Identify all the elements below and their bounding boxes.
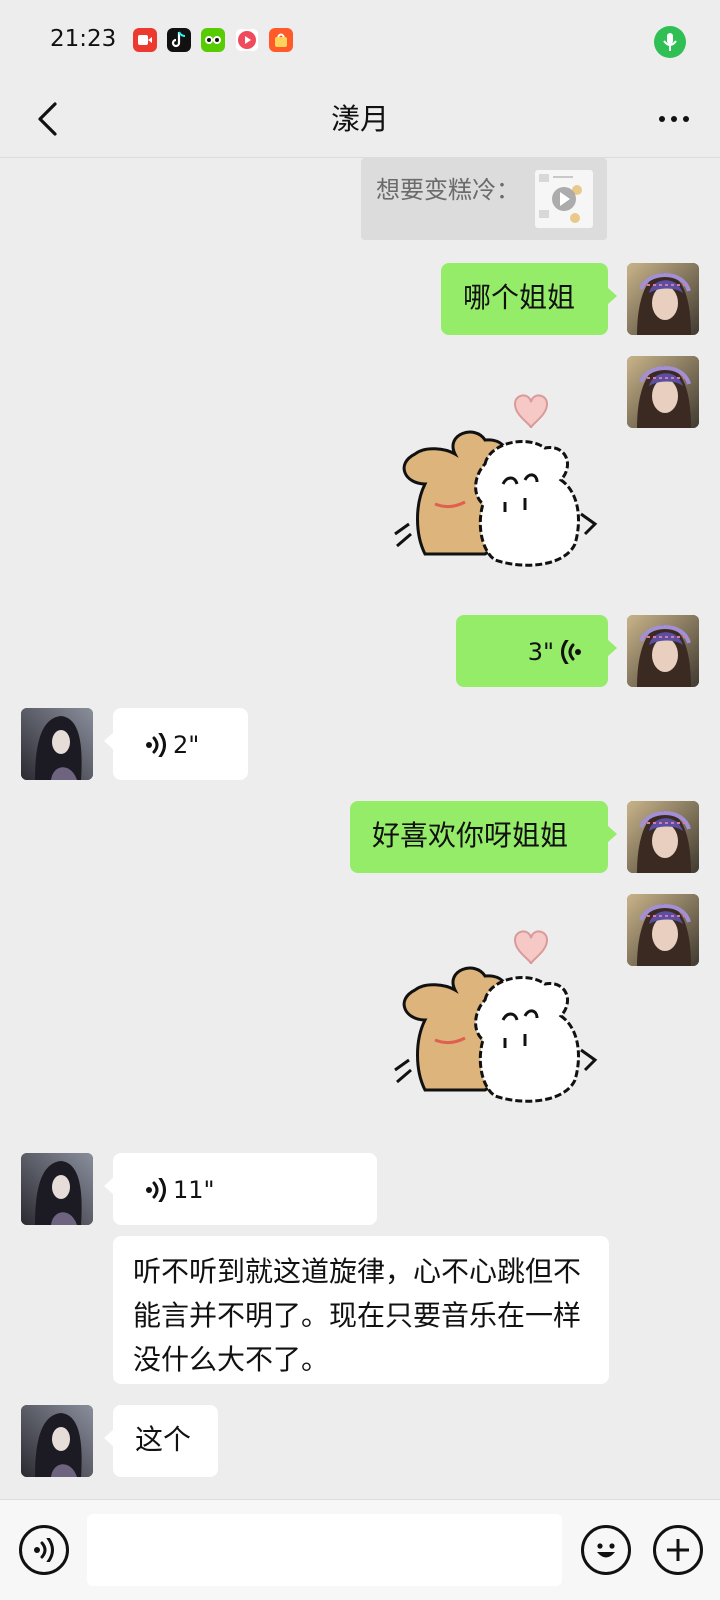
dog-hug-sticker[interactable] [385, 920, 605, 1120]
video-app-icon [133, 28, 157, 52]
quoted-message[interactable]: 想要变糕冷： [361, 158, 607, 240]
player-app-icon [235, 28, 259, 52]
my-avatar[interactable] [627, 263, 699, 335]
quoted-message-text: 想要变糕冷： [376, 176, 520, 204]
voice-input-button[interactable] [19, 1525, 69, 1575]
voice-message-bubble[interactable]: 3" [456, 615, 617, 687]
my-avatar[interactable] [627, 356, 699, 428]
my-avatar[interactable] [627, 615, 699, 687]
chat-header: 漾月 [0, 82, 720, 158]
message-text: 听不听到就这道旋律，心不心跳但不能言并不明了。现在只要音乐在一样没什么大不了。 [133, 1255, 582, 1376]
message-text: 这个 [135, 1423, 192, 1456]
voice-message-bubble[interactable]: 11" [104, 1153, 377, 1225]
duolingo-icon [201, 28, 225, 52]
input-bar [0, 1499, 720, 1600]
status-time: 21:23 [50, 26, 117, 52]
voice-duration: 2" [173, 731, 200, 759]
message-text: 好喜欢你呀姐姐 [372, 819, 569, 852]
emoji-button[interactable] [581, 1525, 631, 1575]
status-bar: 21:23 [0, 0, 720, 82]
chat-title: 漾月 [330, 102, 389, 136]
plus-icon [667, 1539, 689, 1561]
voice-duration: 11" [173, 1176, 215, 1204]
message-bubble[interactable]: 哪个姐姐 [441, 263, 617, 335]
voice-wave-icon [33, 1538, 54, 1562]
voice-wave-icon [561, 640, 582, 664]
more-functions-button[interactable] [653, 1525, 703, 1575]
my-avatar[interactable] [627, 801, 699, 873]
contact-avatar[interactable] [21, 1405, 93, 1477]
voice-duration: 3" [527, 638, 554, 666]
my-avatar[interactable] [627, 894, 699, 966]
dog-hug-sticker[interactable] [385, 384, 605, 584]
more-dots-icon [659, 116, 665, 122]
message-bubble[interactable]: 这个 [104, 1405, 218, 1477]
contact-avatar[interactable] [21, 708, 93, 780]
smiley-icon [597, 1543, 615, 1558]
more-options-button[interactable] [644, 94, 704, 144]
voice-transcription-bubble[interactable]: 听不听到就这道旋律，心不心跳但不能言并不明了。现在只要音乐在一样没什么大不了。 [113, 1236, 609, 1384]
tiktok-icon [167, 28, 191, 52]
voice-message-bubble[interactable]: 2" [104, 708, 248, 780]
contact-avatar[interactable] [21, 1153, 93, 1225]
message-text: 哪个姐姐 [463, 281, 576, 314]
voice-wave-icon [145, 733, 166, 757]
status-app-icons [133, 28, 293, 52]
message-input[interactable] [87, 1514, 562, 1586]
shopping-app-icon [269, 28, 293, 52]
microphone-active-icon [654, 26, 686, 58]
message-bubble[interactable]: 好喜欢你呀姐姐 [350, 801, 617, 873]
quoted-video-thumbnail[interactable] [535, 170, 593, 228]
voice-wave-icon [145, 1178, 166, 1202]
